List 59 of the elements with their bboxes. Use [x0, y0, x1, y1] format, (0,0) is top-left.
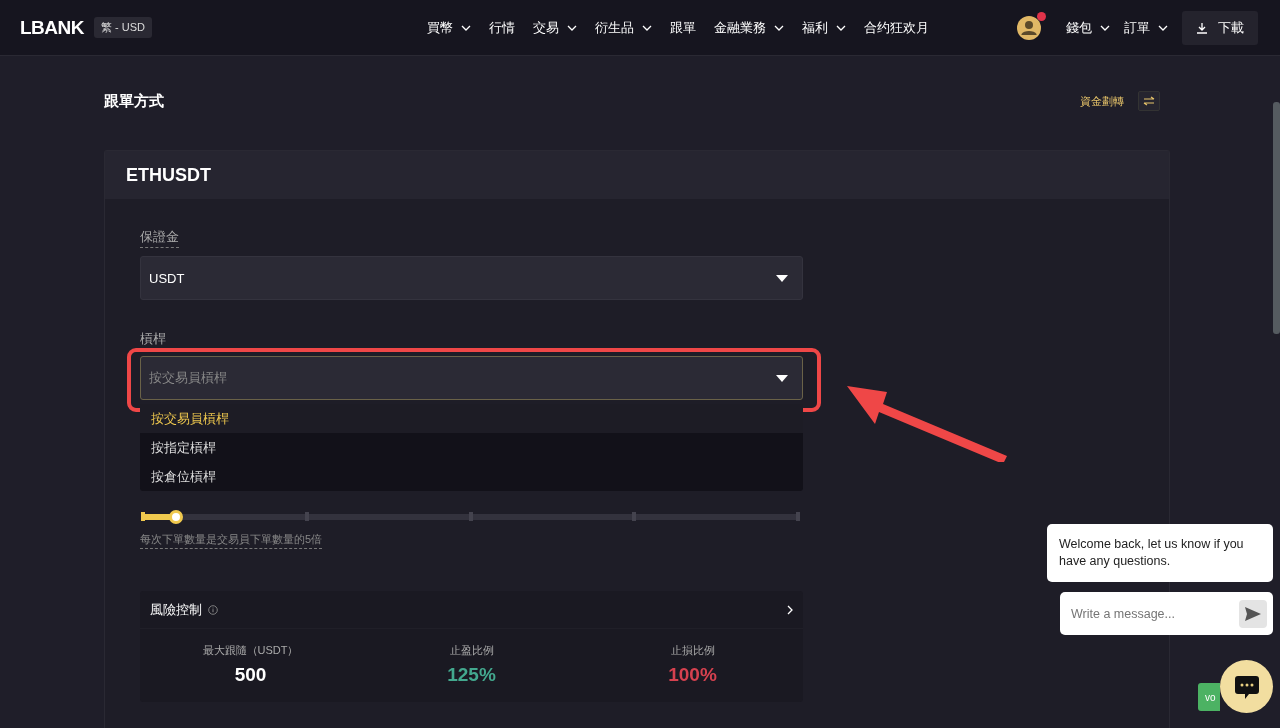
swap-icon: [1143, 96, 1155, 106]
send-button[interactable]: [1239, 599, 1267, 628]
chevron-icon: [1158, 24, 1168, 31]
message-box[interactable]: Write a message...: [1060, 592, 1273, 635]
field-label: 保證金: [140, 228, 179, 248]
scrollbar[interactable]: [1273, 102, 1280, 334]
locale-button[interactable]: 繁 - USD: [94, 17, 152, 38]
nav-item[interactable]: 跟單: [670, 18, 696, 37]
avatar-icon: [1016, 14, 1042, 41]
download-icon: [1196, 21, 1208, 34]
stat-value: 500: [234, 664, 267, 686]
leverage-select[interactable]: 按交易員槓桿: [140, 356, 803, 400]
menu-button[interactable]: 錢包: [1066, 18, 1110, 37]
logo[interactable]: LBANK: [20, 16, 84, 39]
chevron-icon: [774, 24, 784, 31]
send-icon: [1245, 606, 1261, 621]
slider-tick: [141, 512, 145, 521]
slider-tick: [632, 512, 637, 521]
slider-tick: [468, 512, 473, 521]
stat-label: 最大跟隨（USDT）: [202, 643, 299, 658]
nav-item[interactable]: 衍生品: [595, 18, 652, 37]
swap-button[interactable]: [1138, 91, 1160, 111]
nav-item[interactable]: 行情: [489, 18, 515, 37]
stat-label: 止盈比例: [449, 643, 494, 658]
dropdown-option[interactable]: 按倉位槓桿: [140, 462, 803, 491]
chevron-icon: [642, 24, 652, 31]
message-field[interactable]: Write a message...: [1069, 605, 1239, 622]
card-title: ETHUSDT: [126, 164, 211, 186]
nav-item[interactable]: 交易: [533, 18, 577, 37]
chevron-icon: [1100, 24, 1110, 31]
stat-label: 止損比例: [670, 643, 715, 658]
nav-item[interactable]: 買幣: [427, 18, 471, 37]
nav-item[interactable]: 福利: [802, 18, 846, 37]
chat-message: Welcome back, let us know if you have any questions.: [1047, 524, 1273, 582]
transfer-link[interactable]: 資金劃轉: [1080, 93, 1124, 109]
field-label: 槓桿: [140, 330, 166, 348]
stat-value: 100%: [668, 664, 717, 686]
chevron-right-icon: [787, 604, 793, 615]
dropdown-icon: [776, 274, 788, 282]
download-button[interactable]: 下載: [1182, 10, 1258, 45]
dropdown-option[interactable]: 按交易員槓桿: [140, 404, 803, 433]
nav-item[interactable]: 合约狂欢月: [864, 18, 929, 37]
risk-title: 風險控制: [150, 600, 202, 619]
chevron-icon: [461, 24, 471, 31]
chat-button[interactable]: [1220, 660, 1273, 713]
chat-icon: [1233, 673, 1260, 700]
menu-button[interactable]: 訂單: [1124, 18, 1168, 37]
stat-value: 125%: [447, 664, 496, 686]
slider-thumb[interactable]: [168, 510, 183, 524]
margin-select[interactable]: USDT: [140, 256, 803, 300]
slider-note: 每次下單數量是交易員下單數量的5倍: [140, 532, 323, 549]
dropdown-option[interactable]: 按指定槓桿: [140, 433, 803, 462]
info-icon: [208, 604, 218, 615]
chevron-icon: [567, 24, 577, 31]
nav-item[interactable]: 金融業務: [714, 18, 784, 37]
chevron-icon: [836, 24, 846, 31]
page-title: 跟單方式: [104, 91, 164, 111]
slider-tick: [304, 512, 309, 521]
dropdown-icon: [776, 374, 788, 382]
